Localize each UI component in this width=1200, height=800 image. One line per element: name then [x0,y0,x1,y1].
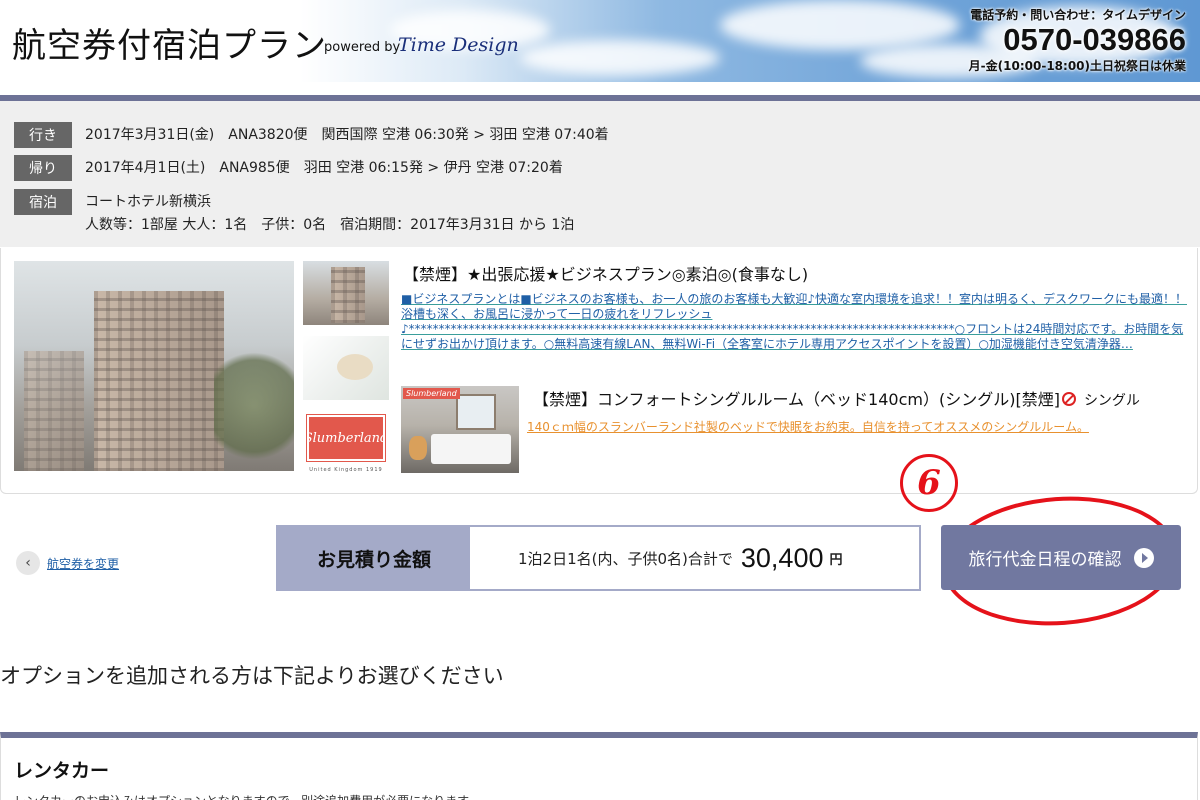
rental-car-panel: レンタカー レンタカーのお申込みはオプションとなりますので、別途追加費用が必要に… [0,732,1198,800]
options-heading: オプションを追加される方は下記よりお選びください [0,664,504,688]
return-row: 帰り 2017年4月1日(土) ANA985便 羽田 空港 06:15発 > 伊… [14,155,563,181]
slumberland-logo: Slumberland [304,414,388,462]
site-header: 航空券付宿泊プラン powered by Time Design 電話予約・問い… [0,0,1200,82]
hotel-main-photo[interactable] [14,261,294,471]
return-tag: 帰り [14,155,72,181]
slumberland-logo-sub: United Kingdom 1919 [309,467,383,473]
room-title-line: 【禁煙】コンフォートシングルルーム（ベッド140cm）(シングル)[禁煙] シング… [533,386,1140,410]
stay-row: 宿泊 コートホテル新横浜 [14,189,211,215]
contact-block: 電話予約・問い合わせ：タイムデザイン 0570-039866 月-金(10:00… [969,6,1186,74]
estimate-detail-line: 1泊2日1名(内、子供0名)合計で 30,400 円 [518,527,843,589]
hotel-thumb-slumberland[interactable]: Slumberland United Kingdom 1919 [303,411,389,475]
hotel-thumb-exterior[interactable] [303,261,389,325]
room-photo-logo: Slumberland [403,388,460,399]
site-title: 航空券付宿泊プラン [12,26,327,66]
no-smoking-icon [1061,392,1076,406]
stay-tag: 宿泊 [14,189,72,215]
itinerary-panel: 行き 2017年3月31日(金) ANA3820便 関西国際 空港 06:30発… [0,95,1200,247]
chevron-left-icon: ‹ [16,551,40,575]
contact-label: 電話予約・問い合わせ：タイムデザイン [970,8,1186,22]
powered-by-label: powered by [324,40,401,55]
contact-hours: 月-金(10:00-18:00)土日祝祭日は休業 [968,59,1186,73]
stay-details: 人数等：1部屋 大人：1名 子供：0名 宿泊期間：2017年3月31日 から 1… [85,217,575,233]
change-flight-label: 航空券を変更 [47,556,120,571]
outbound-tag: 行き [14,122,72,148]
outbound-row: 行き 2017年3月31日(金) ANA3820便 関西国際 空港 06:30発… [14,122,609,148]
plan-description-link[interactable]: ■ビジネスプランとは■ビジネスのお客様も、お一人の旅のお客様も大歓迎♪快適な室内… [401,292,1191,352]
rental-car-title: レンタカー [14,760,110,782]
confirm-schedule-button[interactable]: 旅行代金日程の確認 [941,525,1181,590]
room-type: シングル [1083,393,1140,409]
plan-title: 【禁煙】★出張応援★ビジネスプラン◎素泊◎(食事なし) [403,265,809,284]
estimate-amount: 30,400 [740,542,824,573]
room-description-link[interactable]: 140ｃｍ幅のスランバーランド社製のベッドで快眠をお約束。自信を持ってオススメの… [527,418,1089,435]
hotel-thumb-amenity[interactable] [303,336,389,400]
rental-car-note: レンタカーのお申込みはオプションとなりますので、別途追加費用が必要になります。 [14,792,480,800]
estimate-label: お見積り金額 [278,527,470,589]
contact-phone[interactable]: 0570-039866 [969,23,1186,57]
brand-logo[interactable]: Time Design [398,34,519,56]
hotel-plan-card: Slumberland United Kingdom 1919 【禁煙】★出張応… [0,248,1198,494]
room-title: 【禁煙】コンフォートシングルルーム（ベッド140cm）(シングル)[禁煙] [533,390,1060,409]
stay-hotel: コートホテル新横浜 [85,194,211,210]
estimate-box: お見積り金額 1泊2日1名(内、子供0名)合計で 30,400 円 [276,525,921,591]
confirm-schedule-label: 旅行代金日程の確認 [968,550,1122,570]
arrow-right-circle-icon [1133,547,1154,568]
estimate-currency: 円 [829,552,843,568]
annotation-step-marker: 6 [900,454,958,512]
return-text: 2017年4月1日(土) ANA985便 羽田 空港 06:15発 > 伊丹 空… [85,160,563,176]
estimate-detail: 1泊2日1名(内、子供0名)合計で [518,549,733,568]
outbound-text: 2017年3月31日(金) ANA3820便 関西国際 空港 06:30発 > … [85,127,609,143]
change-flight-link[interactable]: ‹ 航空券を変更 [16,551,119,575]
room-photo[interactable]: Slumberland [401,386,519,473]
